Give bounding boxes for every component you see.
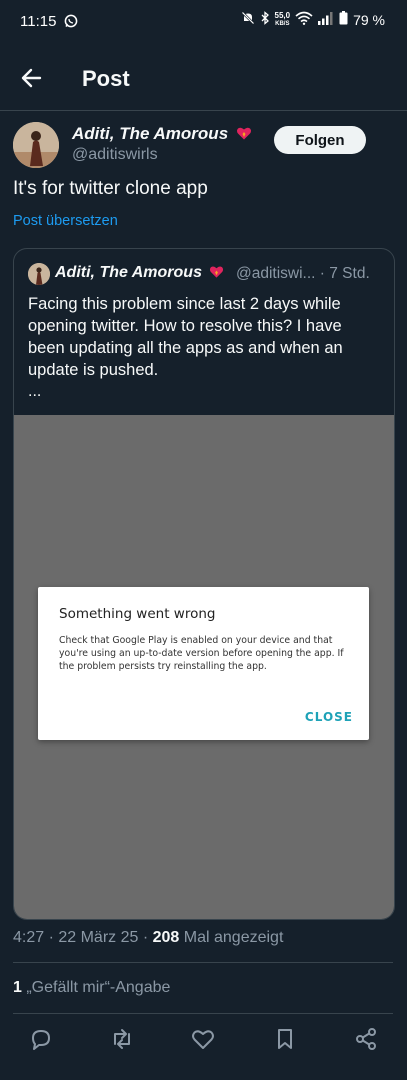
quoted-author-avatar	[28, 263, 50, 285]
post-timestamp: 4:27 · 22 März 25 ·	[13, 929, 153, 946]
bookmark-icon[interactable]	[272, 1026, 298, 1052]
signal-icon	[318, 11, 334, 28]
quoted-post-text: Facing this problem since last 2 days wh…	[28, 295, 343, 379]
battery-icon	[339, 11, 348, 28]
status-time: 11:15	[20, 13, 57, 30]
quoted-post[interactable]: Aditi, The Amorous @aditiswi... · 7 Std.…	[13, 248, 395, 920]
status-icons: 55,0 KB/S 79 %	[241, 10, 385, 28]
likes-count: 1	[13, 979, 22, 996]
post-meta: 4:27 · 22 März 25 · 208 Mal angezeigt	[13, 929, 283, 947]
dialog-close-button: CLOSE	[304, 710, 353, 724]
author-name[interactable]: Aditi, The Amorous	[72, 124, 252, 146]
network-speed: 55,0 KB/S	[274, 10, 291, 28]
views-count: 208	[152, 929, 180, 946]
like-icon[interactable]	[190, 1026, 216, 1052]
bluetooth-icon	[260, 11, 270, 28]
speed-value: 55,0	[274, 10, 291, 20]
speed-unit: KB/S	[275, 20, 290, 27]
heart-emoji-icon	[209, 264, 224, 284]
dialog-message: Check that Google Play is enabled on you…	[59, 635, 344, 672]
quoted-post-ellipsis: ...	[28, 383, 42, 400]
quoted-author-handle: @aditiswi... · 7 Std.	[236, 265, 370, 282]
divider	[13, 962, 393, 963]
error-dialog: Something went wrong Check that Google P…	[38, 587, 369, 740]
quoted-author-name-text: Aditi, The Amorous	[55, 264, 202, 281]
follow-button[interactable]: Folgen	[274, 126, 366, 154]
retweet-icon[interactable]	[109, 1026, 135, 1052]
page-title: Post	[82, 66, 130, 91]
wifi-icon	[295, 11, 313, 28]
likes-summary[interactable]: 1 „Gefällt mir“-Angabe	[13, 979, 170, 997]
share-icon[interactable]	[353, 1026, 379, 1052]
post-text: It's for twitter clone app	[13, 178, 208, 199]
translate-post-link[interactable]: Post übersetzen	[13, 213, 118, 229]
reply-icon[interactable]	[28, 1026, 54, 1052]
quoted-author-name: Aditi, The Amorous	[55, 264, 224, 284]
mute-icon	[241, 11, 255, 28]
back-arrow-icon[interactable]	[18, 64, 46, 92]
views-label: Mal angezeigt	[179, 929, 284, 946]
dialog-title: Something went wrong	[59, 606, 216, 622]
top-app-bar: Post	[0, 44, 407, 111]
likes-label: „Gefällt mir“-Angabe	[21, 979, 171, 996]
status-bar: 11:15 55,0 KB/S 79 %	[0, 0, 407, 44]
author-handle[interactable]: @aditiswirls	[72, 146, 158, 164]
author-avatar[interactable]	[13, 122, 59, 168]
battery-percent: 79 %	[353, 11, 385, 28]
author-name-text: Aditi, The Amorous	[72, 124, 229, 143]
action-bar	[0, 1026, 407, 1056]
heart-emoji-icon	[236, 125, 252, 146]
divider	[13, 1013, 393, 1014]
whatsapp-icon	[64, 14, 78, 33]
quoted-post-image: Something went wrong Check that Google P…	[14, 415, 394, 919]
